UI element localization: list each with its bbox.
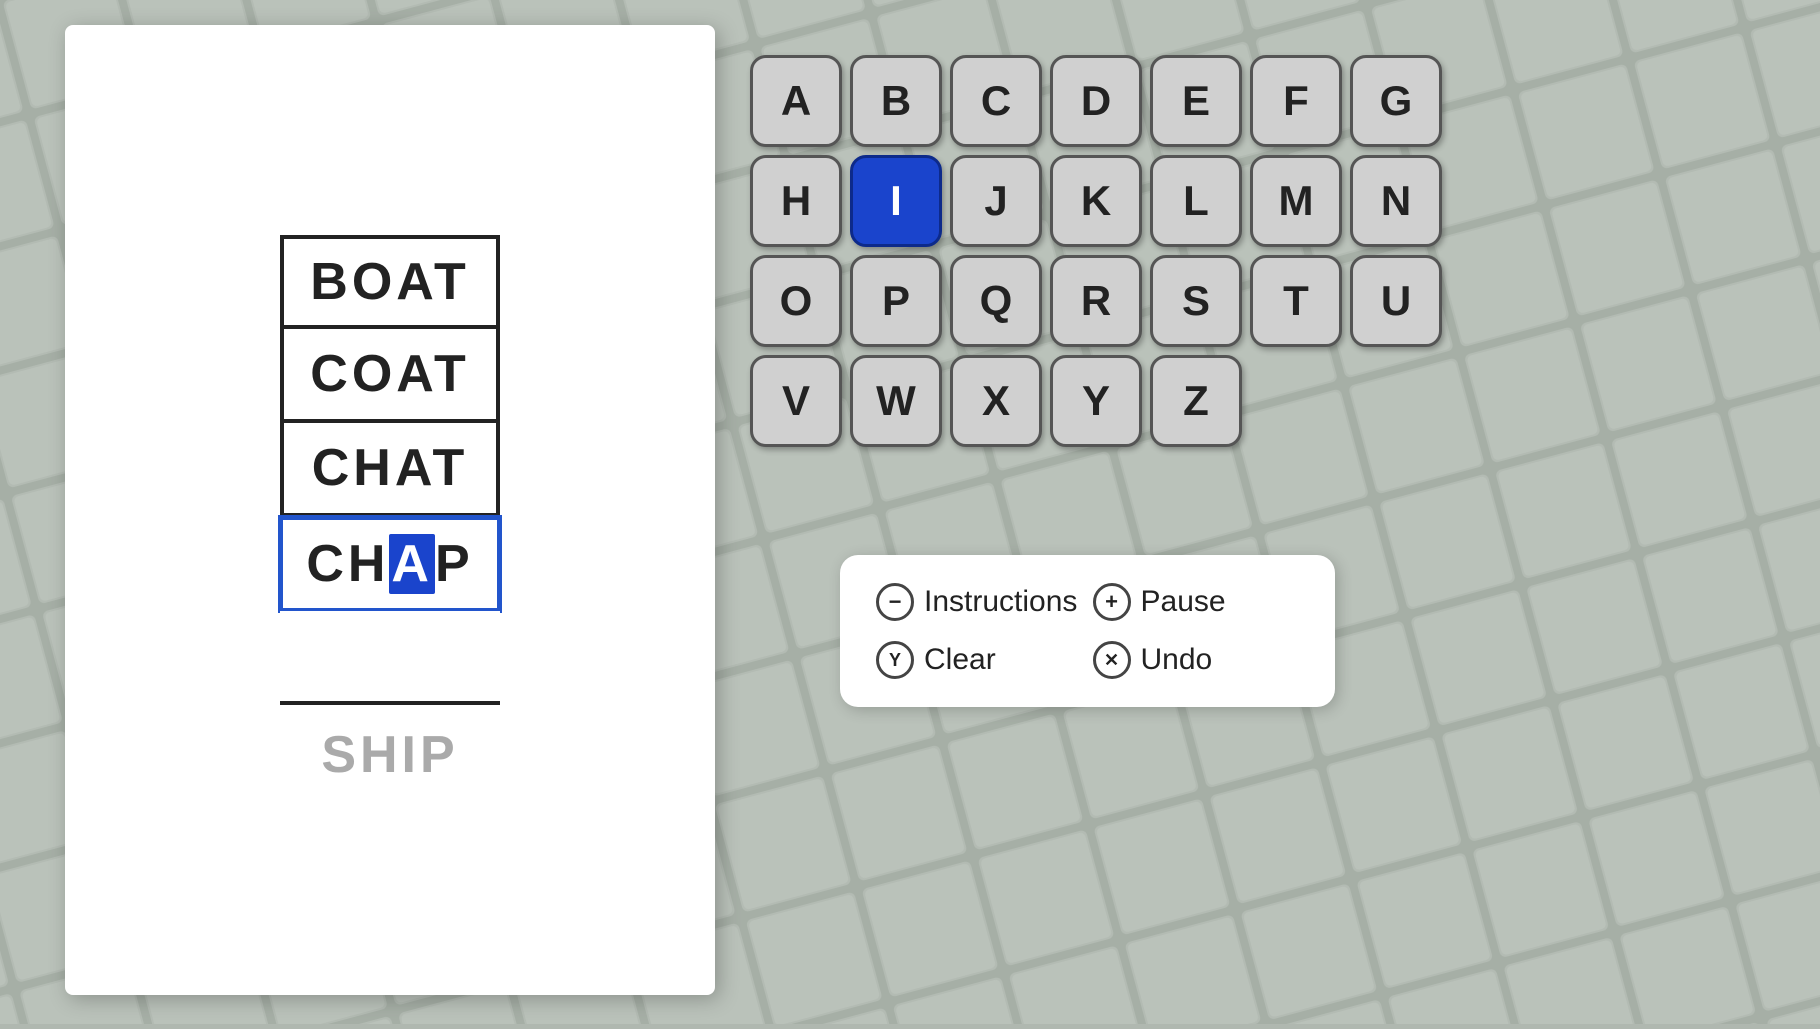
key-f[interactable]: F <box>1250 55 1342 147</box>
word-ladder: BOAT COAT CHAT CHAP <box>280 235 500 785</box>
highlighted-letter: A <box>389 534 435 594</box>
paper-card: BOAT COAT CHAT CHAP <box>65 25 715 995</box>
pause-label: Pause <box>1141 585 1226 619</box>
key-p[interactable]: P <box>850 255 942 347</box>
clear-button[interactable]: Y Clear <box>876 641 1083 679</box>
instructions-icon: − <box>876 583 914 621</box>
key-n[interactable]: N <box>1350 155 1442 247</box>
word-boat: BOAT <box>310 252 469 312</box>
key-v[interactable]: V <box>750 355 842 447</box>
pause-icon: + <box>1093 583 1131 621</box>
key-x[interactable]: X <box>950 355 1042 447</box>
undo-button[interactable]: ✕ Undo <box>1093 641 1300 679</box>
active-row[interactable]: CHAP <box>280 517 500 611</box>
key-t[interactable]: T <box>1250 255 1342 347</box>
key-y[interactable]: Y <box>1050 355 1142 447</box>
controls-panel: − Instructions + Pause Y Clear ✕ Undo <box>840 555 1335 707</box>
key-s[interactable]: S <box>1150 255 1242 347</box>
keyboard-grid: A B C D E F G H I J K L M N O P Q R S T … <box>750 55 1442 447</box>
key-o[interactable]: O <box>750 255 842 347</box>
undo-label: Undo <box>1141 643 1213 677</box>
key-i[interactable]: I <box>850 155 942 247</box>
key-k[interactable]: K <box>1050 155 1142 247</box>
ladder-wrapper: BOAT COAT CHAT CHAP <box>280 235 500 705</box>
clear-label: Clear <box>924 643 996 677</box>
empty-row <box>280 611 500 705</box>
key-m[interactable]: M <box>1250 155 1342 247</box>
key-z[interactable]: Z <box>1150 355 1242 447</box>
key-c[interactable]: C <box>950 55 1042 147</box>
keyboard-row-1: A B C D E F G <box>750 55 1442 147</box>
key-q[interactable]: Q <box>950 255 1042 347</box>
clear-icon: Y <box>876 641 914 679</box>
word-chat: CHAT <box>312 438 469 498</box>
key-w[interactable]: W <box>850 355 942 447</box>
keyboard-section: A B C D E F G H I J K L M N O P Q R S T … <box>750 55 1442 447</box>
keyboard-row-4: V W X Y Z <box>750 355 1442 447</box>
table-row: CHAT <box>280 423 500 517</box>
instructions-label: Instructions <box>924 585 1077 619</box>
keyboard-row-3: O P Q R S T U <box>750 255 1442 347</box>
pause-button[interactable]: + Pause <box>1093 583 1300 621</box>
key-h[interactable]: H <box>750 155 842 247</box>
key-j[interactable]: J <box>950 155 1042 247</box>
key-b[interactable]: B <box>850 55 942 147</box>
word-coat: COAT <box>310 344 469 404</box>
key-r[interactable]: R <box>1050 255 1142 347</box>
key-g[interactable]: G <box>1350 55 1442 147</box>
target-word: SHIP <box>321 725 458 785</box>
instructions-button[interactable]: − Instructions <box>876 583 1083 621</box>
controls-grid: − Instructions + Pause Y Clear ✕ Undo <box>876 583 1299 679</box>
key-e[interactable]: E <box>1150 55 1242 147</box>
word-chap: CHAP <box>306 534 473 594</box>
undo-icon: ✕ <box>1093 641 1131 679</box>
key-d[interactable]: D <box>1050 55 1142 147</box>
key-u[interactable]: U <box>1350 255 1442 347</box>
key-l[interactable]: L <box>1150 155 1242 247</box>
table-row: COAT <box>280 329 500 423</box>
key-a[interactable]: A <box>750 55 842 147</box>
ladder-rows: BOAT COAT CHAT CHAP <box>280 235 500 705</box>
table-row: BOAT <box>280 235 500 329</box>
keyboard-row-2: H I J K L M N <box>750 155 1442 247</box>
